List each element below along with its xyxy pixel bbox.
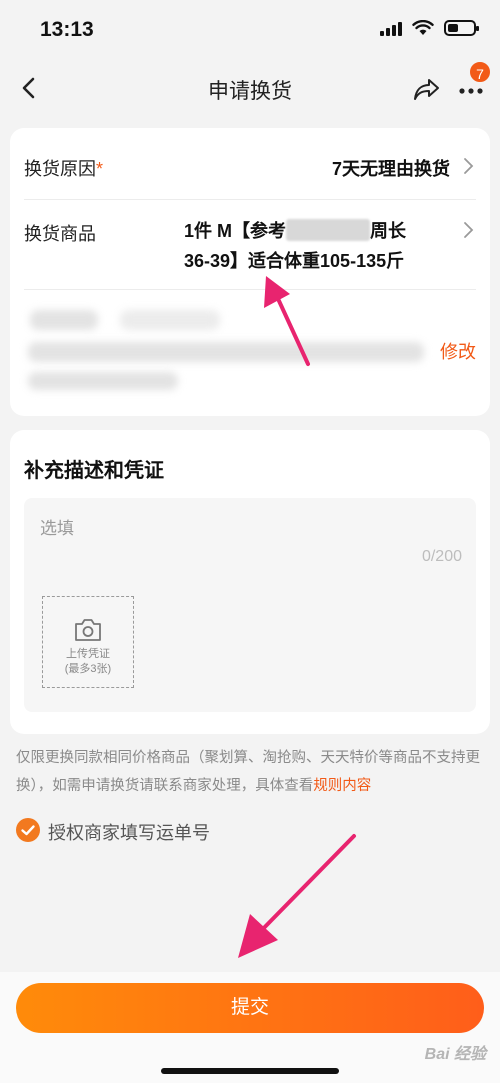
blurred-address — [120, 310, 220, 330]
authorize-label: 授权商家填写运单号 — [48, 823, 210, 843]
blurred-address — [30, 310, 98, 330]
upload-limit: (最多3张) — [64, 663, 112, 675]
share-icon[interactable] — [412, 74, 442, 104]
supplement-title: 补充描述和凭证 — [24, 460, 164, 482]
nav-bar: 申请换货 7 — [0, 60, 500, 116]
camera-icon — [75, 619, 101, 641]
signal-icon — [380, 20, 402, 36]
home-indicator — [161, 1068, 339, 1074]
address-row: 修改 — [24, 290, 476, 416]
blurred-text — [286, 219, 371, 241]
notification-badge: 7 — [468, 60, 492, 84]
watermark: Bai 经验 — [424, 1046, 486, 1063]
description-input[interactable]: 选填 0/200 上传凭证 (最多3张) — [24, 498, 476, 712]
status-icons — [380, 20, 479, 36]
upload-label: 上传凭证 — [66, 648, 110, 660]
battery-icon — [444, 20, 479, 36]
exchange-reason-label: 换货原因* — [24, 159, 104, 179]
blurred-address — [28, 342, 424, 362]
status-time: 13:13 — [40, 18, 94, 41]
annotation-arrow-icon — [238, 834, 356, 958]
rules-link[interactable]: 规则内容 — [313, 778, 371, 794]
exchange-item-label: 换货商品 — [24, 224, 96, 244]
supplement-card: 补充描述和凭证 选填 0/200 上传凭证 (最多3张) — [10, 430, 490, 734]
chevron-right-icon — [464, 158, 474, 174]
exchange-reason-row[interactable]: 换货原因* 7天无理由换货 — [24, 128, 476, 200]
wifi-icon — [412, 20, 434, 35]
blurred-address — [28, 372, 178, 390]
exchange-info-card: 换货原因* 7天无理由换货 换货商品 1件 M【参考 周长 36-39】适合体重1… — [10, 128, 490, 416]
chevron-right-icon — [464, 222, 474, 238]
checkbox-checked-icon[interactable] — [16, 818, 40, 842]
bottom-bar: 提交 Bai 经验 — [0, 972, 500, 1083]
char-count: 0/200 — [421, 548, 462, 565]
exchange-item-value: 1件 M【参考 周长 36-39】适合体重105-135斤 — [184, 219, 407, 271]
description-placeholder: 选填 — [40, 519, 74, 538]
required-star: * — [96, 159, 104, 179]
submit-button[interactable]: 提交 — [16, 983, 484, 1033]
status-bar: 13:13 — [0, 0, 500, 60]
modify-address-link[interactable]: 修改 — [440, 338, 476, 364]
upload-proof-button[interactable]: 上传凭证 (最多3张) — [42, 596, 134, 688]
exchange-reason-value: 7天无理由换货 — [331, 159, 450, 179]
exchange-item-row[interactable]: 换货商品 1件 M【参考 周长 36-39】适合体重105-135斤 — [24, 200, 476, 290]
exchange-notice: 仅限更换同款相同价格商品（聚划算、淘抢购、天天特价等商品不支持更换），如需申请换… — [16, 750, 480, 794]
